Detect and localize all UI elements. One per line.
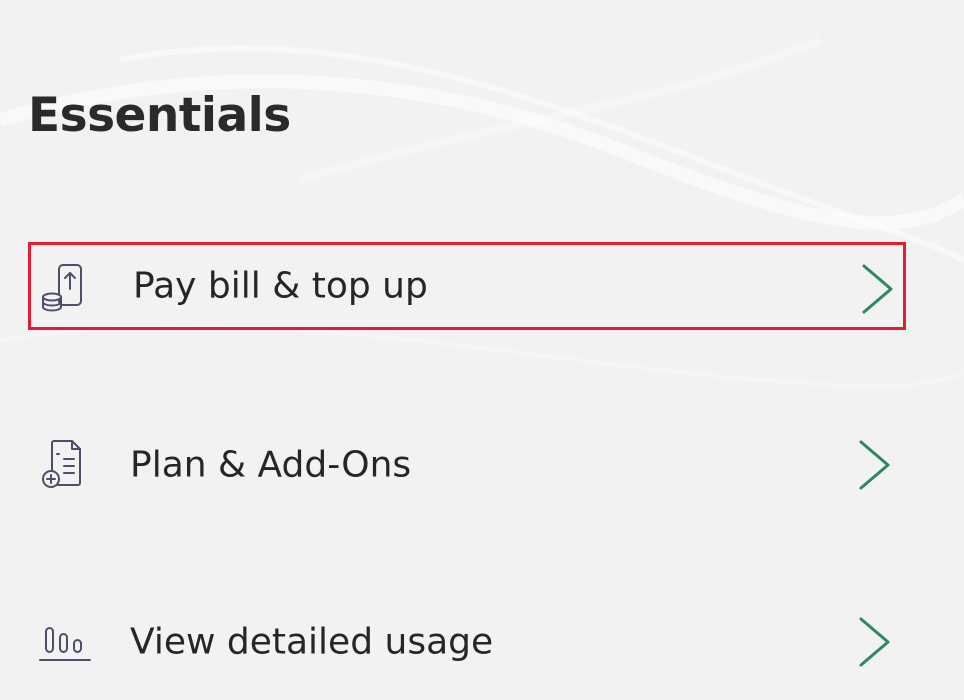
chevron-right-icon xyxy=(862,264,893,314)
menu-item-detailed-usage[interactable]: View detailed usage xyxy=(28,598,906,686)
menu-item-label: Plan & Add-Ons xyxy=(130,444,412,486)
menu-item-pay-bill[interactable]: Pay bill & top up xyxy=(28,242,906,330)
menu-item-plan-addons[interactable]: Plan & Add-Ons xyxy=(28,421,906,509)
section-title: Essentials xyxy=(28,88,291,143)
menu-item-label: Pay bill & top up xyxy=(133,265,428,307)
bar-chart-icon xyxy=(39,627,91,661)
phone-payment-icon xyxy=(42,264,82,312)
document-add-icon xyxy=(42,440,81,488)
chevron-right-icon xyxy=(859,617,890,667)
menu-item-label: View detailed usage xyxy=(130,621,494,663)
chevron-right-icon xyxy=(859,440,890,490)
